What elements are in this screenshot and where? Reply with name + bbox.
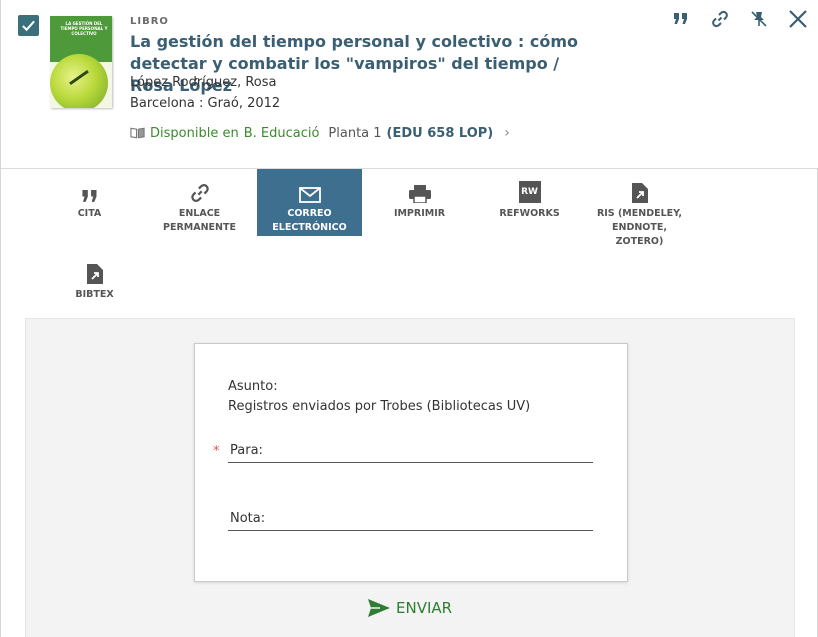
availability-location: Planta 1 xyxy=(328,125,382,141)
send-label: ENVIAR xyxy=(396,599,453,617)
send-icon xyxy=(368,599,390,617)
tab-cita[interactable]: CITA xyxy=(37,169,142,221)
tab-label: RIS (MENDELEY, ENDNOTE, ZOTERO) xyxy=(596,208,683,247)
send-to-tabs: CITA ENLACE PERMANENTE CORREO ELECTRÓNIC… xyxy=(1,169,818,319)
envelope-icon xyxy=(298,187,321,203)
call-number: (EDU 658 LOP) xyxy=(386,125,494,141)
checkmark-icon xyxy=(22,20,35,32)
tab-enlace-permanente[interactable]: ENLACE PERMANENTE xyxy=(147,169,252,235)
item-type: LIBRO xyxy=(130,16,169,27)
subject-label: Asunto: xyxy=(228,379,278,394)
required-marker: * xyxy=(213,444,220,459)
record-author: López Rodríguez, Rosa xyxy=(130,75,277,90)
email-form: Asunto: Registros enviados por Trobes (B… xyxy=(194,343,628,582)
tab-refworks[interactable]: RW REFWORKS xyxy=(477,169,582,221)
tab-label: CORREO ELECTRÓNICO xyxy=(272,208,347,233)
record-publication: Barcelona : Graó, 2012 xyxy=(130,96,281,111)
export-icon xyxy=(86,264,103,284)
subject-value: Registros enviados por Trobes (Bibliotec… xyxy=(228,399,531,414)
tab-label: CITA xyxy=(77,208,102,219)
printer-icon xyxy=(408,185,431,203)
record-summary: LA GESTIÓN DEL TIEMPO PERSONAL Y COLECTI… xyxy=(1,0,818,169)
tab-imprimir[interactable]: IMPRIMIR xyxy=(367,169,472,221)
link-icon[interactable] xyxy=(709,8,731,30)
to-label: Para: xyxy=(230,443,263,458)
tab-label: REFWORKS xyxy=(499,208,560,219)
tab-correo-electronico[interactable]: CORREO ELECTRÓNICO xyxy=(257,169,362,236)
book-cover[interactable]: LA GESTIÓN DEL TIEMPO PERSONAL Y COLECTI… xyxy=(50,16,112,108)
record-details-panel: LA GESTIÓN DEL TIEMPO PERSONAL Y COLECTI… xyxy=(0,0,818,637)
email-panel: Asunto: Registros enviados por Trobes (B… xyxy=(25,318,795,637)
pin-icon[interactable] xyxy=(748,8,770,30)
availability-status: Disponible en xyxy=(150,125,239,141)
quote-icon[interactable] xyxy=(670,8,692,30)
tab-label: BIBTEX xyxy=(75,289,114,300)
export-icon xyxy=(631,183,648,203)
note-label: Nota: xyxy=(230,511,266,526)
to-field[interactable]: Para: xyxy=(228,441,593,463)
cover-title: LA GESTIÓN DEL TIEMPO PERSONAL Y COLECTI… xyxy=(60,21,108,36)
close-icon[interactable] xyxy=(787,8,809,30)
tab-ris[interactable]: RIS (MENDELEY, ENDNOTE, ZOTERO) xyxy=(587,169,692,249)
select-checkbox[interactable] xyxy=(18,15,39,36)
tab-bibtex[interactable]: BIBTEX xyxy=(42,250,147,302)
quote-icon xyxy=(81,190,96,202)
availability-library: B. Educació xyxy=(243,125,320,141)
note-field[interactable]: Nota: xyxy=(228,509,593,531)
open-book-icon xyxy=(130,127,145,139)
send-button[interactable]: ENVIAR xyxy=(368,599,452,617)
tab-label: IMPRIMIR xyxy=(393,208,446,219)
tab-label: ENLACE PERMANENTE xyxy=(163,208,236,233)
record-actions xyxy=(670,8,809,30)
chevron-right-icon: › xyxy=(504,125,510,141)
link-icon xyxy=(190,184,209,202)
refworks-icon: RW xyxy=(518,181,541,203)
availability-link[interactable]: Disponible en B. Educació Planta 1 (EDU … xyxy=(130,125,510,141)
